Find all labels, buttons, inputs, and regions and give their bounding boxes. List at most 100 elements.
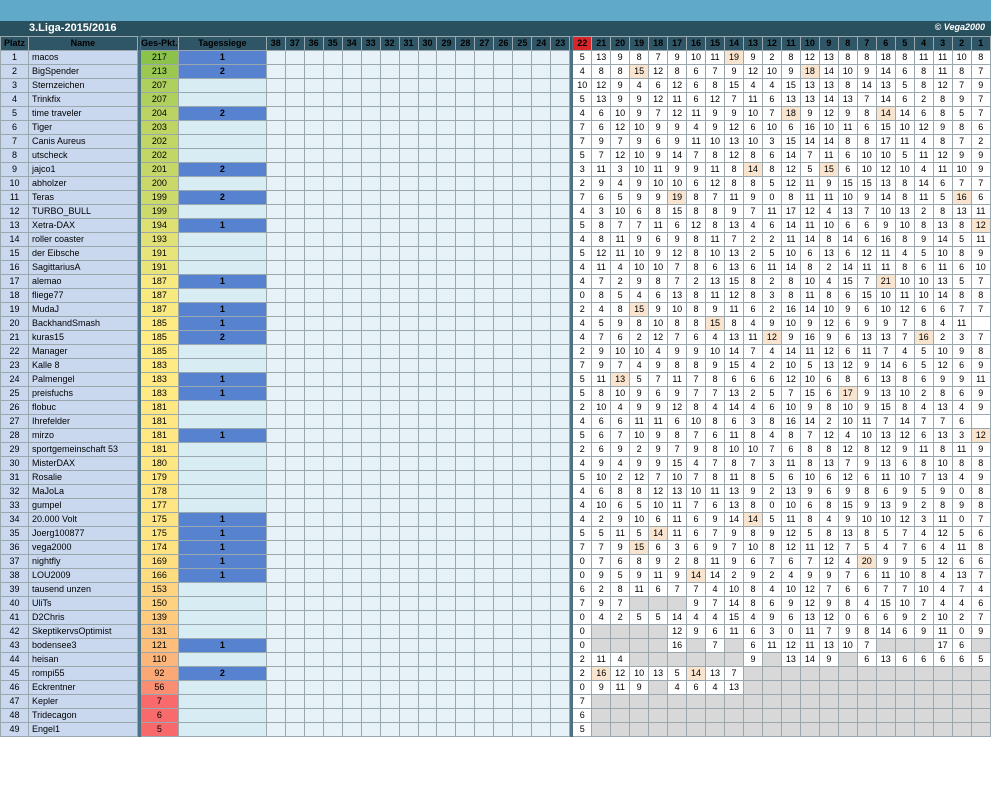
- round-score: 7: [970, 176, 991, 191]
- round-score: 9: [894, 610, 915, 625]
- round-score: 11: [724, 428, 744, 443]
- round-score: 5: [894, 148, 915, 163]
- daily-wins: 1: [177, 50, 267, 65]
- table-row: 42 SkeptikervsOptimist 131 0 12 9 6 11 6 3 0 11 7 9 8 1…: [0, 624, 991, 639]
- round-score: 9: [629, 106, 650, 121]
- round-cell-empty: [322, 638, 343, 653]
- total-points: 187: [139, 274, 179, 289]
- round-score: [705, 722, 725, 737]
- round-cell-empty: [398, 680, 419, 695]
- round-score: 10: [932, 456, 953, 471]
- round-score: 2: [572, 344, 593, 359]
- round-cell-empty: [265, 568, 286, 583]
- total-points: 6: [139, 708, 179, 723]
- round-cell-empty: [417, 652, 438, 667]
- round-cell-empty: [398, 288, 419, 303]
- round-score: 14: [799, 652, 820, 667]
- round-cell-empty: [493, 316, 514, 331]
- round-cell-empty: [360, 484, 381, 499]
- round-score: 11: [932, 50, 953, 65]
- header-round: 19: [629, 36, 650, 51]
- round-score: 10: [591, 400, 612, 415]
- round-cell-empty: [341, 78, 362, 93]
- round-score: 6: [572, 582, 593, 597]
- round-score: 10: [780, 498, 801, 513]
- round-cell-empty: [284, 78, 305, 93]
- round-cell-empty: [512, 512, 533, 527]
- round-score: 9: [875, 554, 896, 569]
- daily-wins: 1: [177, 316, 267, 331]
- round-cell-empty: [379, 512, 400, 527]
- round-cell-empty: [493, 232, 514, 247]
- round-cell-empty: [265, 428, 286, 443]
- round-score: 9: [591, 680, 612, 695]
- round-score: 5: [799, 162, 820, 177]
- round-cell-empty: [284, 218, 305, 233]
- round-score: 6: [591, 414, 612, 429]
- round-cell-empty: [417, 610, 438, 625]
- round-cell-empty: [284, 554, 305, 569]
- round-score: 5: [970, 652, 991, 667]
- table-row: 48 Tridecagon 6 6: [0, 708, 991, 723]
- player-name: rompi55: [27, 666, 138, 681]
- round-score: 10: [648, 498, 669, 513]
- round-cell-empty: [379, 582, 400, 597]
- round-score: 10: [667, 470, 688, 485]
- round-score: [913, 722, 934, 737]
- round-score: 8: [686, 190, 707, 205]
- round-cell-empty: [360, 302, 381, 317]
- round-score: 10: [610, 106, 631, 121]
- round-score: 10: [818, 218, 839, 233]
- round-cell-empty: [417, 358, 438, 373]
- round-score: 7: [818, 582, 839, 597]
- round-score: [724, 722, 744, 737]
- round-score: 6: [780, 610, 801, 625]
- round-score: [591, 638, 612, 653]
- round-cell-empty: [303, 484, 324, 499]
- round-cell-empty: [531, 512, 552, 527]
- round-score: 9: [875, 218, 896, 233]
- round-score: 10: [742, 540, 763, 555]
- header-name: Name: [27, 36, 138, 51]
- round-cell-empty: [474, 218, 495, 233]
- round-cell-empty: [436, 274, 457, 289]
- round-score: 11: [591, 372, 612, 387]
- round-score: 9: [648, 190, 669, 205]
- round-score: 6: [951, 260, 972, 275]
- round-score: 7: [610, 134, 631, 149]
- player-name: BigSpender: [27, 64, 138, 79]
- round-cell-empty: [550, 344, 571, 359]
- round-cell-empty: [531, 148, 552, 163]
- round-score: 7: [913, 414, 934, 429]
- round-score: 7: [591, 330, 612, 345]
- round-cell-empty: [322, 120, 343, 135]
- round-score: 9: [629, 232, 650, 247]
- round-score: 9: [837, 624, 858, 639]
- round-score: 7: [572, 596, 593, 611]
- round-score: 7: [705, 596, 725, 611]
- round-cell-empty: [493, 218, 514, 233]
- player-name: MisterDAX: [27, 456, 138, 471]
- daily-wins: 1: [177, 302, 267, 317]
- round-score: 6: [951, 386, 972, 401]
- round-cell-empty: [474, 498, 495, 513]
- round-score: 10: [572, 78, 593, 93]
- round-cell-empty: [531, 666, 552, 681]
- round-cell-empty: [360, 582, 381, 597]
- round-score: 12: [970, 218, 991, 233]
- round-score: 4: [648, 344, 669, 359]
- round-cell-empty: [303, 120, 324, 135]
- round-score: 5: [761, 176, 782, 191]
- round-cell-empty: [379, 162, 400, 177]
- round-score: 11: [799, 190, 820, 205]
- round-cell-empty: [531, 372, 552, 387]
- round-cell-empty: [493, 302, 514, 317]
- table-row: 7 Canis Aureus 202 7 9 7 9 6 9 11 10 13 10 3 15 14 14 8 8 1…: [0, 134, 991, 149]
- round-cell-empty: [550, 708, 571, 723]
- round-score: 6: [705, 260, 725, 275]
- player-name: time traveler: [27, 106, 138, 121]
- round-score: 10: [686, 484, 707, 499]
- round-score: 6: [913, 652, 934, 667]
- round-cell-empty: [512, 330, 533, 345]
- round-cell-empty: [303, 624, 324, 639]
